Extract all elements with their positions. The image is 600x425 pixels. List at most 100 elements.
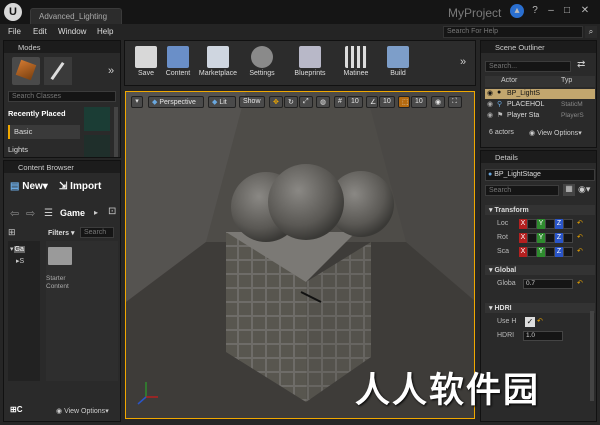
folder-icon[interactable]	[48, 247, 72, 265]
details-search-input[interactable]: Search	[485, 185, 559, 196]
visibility-eye-icon[interactable]: ◉	[487, 111, 493, 119]
camera-speed-icon[interactable]: ◉	[431, 96, 445, 108]
details-scrollbar[interactable]	[590, 311, 594, 401]
grid-snap-icon[interactable]: #	[334, 96, 346, 108]
folder-label[interactable]: Starter Content	[46, 275, 80, 291]
grid-snap-value[interactable]: 10	[347, 96, 363, 108]
reset-icon[interactable]: ↶	[577, 279, 583, 287]
location-z-field[interactable]	[563, 219, 573, 229]
lock-icon[interactable]: ⊡	[108, 206, 116, 217]
outliner-search-input[interactable]: Search...	[485, 61, 571, 72]
hdri-value-field[interactable]: 1.0	[523, 331, 563, 341]
maximize-icon[interactable]: □	[560, 4, 574, 18]
close-icon[interactable]: ✕	[578, 4, 592, 18]
category-lights[interactable]: Lights	[8, 145, 80, 157]
place-mode-icon[interactable]	[12, 57, 40, 85]
reset-icon[interactable]: ↶	[577, 233, 583, 241]
help-search-input[interactable]: Search For Help	[443, 26, 583, 38]
matinee-button[interactable]: Matinee	[336, 43, 376, 83]
view-options-button[interactable]: ◉ View Options▾	[56, 407, 109, 415]
property-matrix-icon[interactable]: ▦	[563, 184, 575, 196]
help-icon[interactable]: ?	[528, 4, 542, 18]
content-button[interactable]: Content	[158, 43, 198, 83]
minimize-icon[interactable]: –	[544, 4, 558, 18]
folder-list-icon[interactable]: ☰	[44, 208, 53, 219]
marketplace-button[interactable]: Marketplace	[198, 43, 238, 83]
back-icon[interactable]: ⇦	[10, 207, 19, 220]
scale-y-field[interactable]	[545, 247, 555, 257]
rotate-icon[interactable]: ↻	[284, 96, 298, 108]
menu-help[interactable]: Help	[97, 27, 113, 36]
global-section-header[interactable]: ▾ Global	[485, 265, 595, 275]
new-button[interactable]: ▤ New▾	[10, 181, 56, 197]
world-icon[interactable]: ◍	[316, 96, 330, 108]
rotation-x-field[interactable]	[527, 233, 537, 243]
reset-icon[interactable]: ↶	[577, 219, 583, 227]
folder-tree-icon[interactable]: ⊞	[8, 227, 40, 237]
content-icon	[167, 46, 189, 68]
category-recently-placed[interactable]: Recently Placed	[8, 107, 80, 121]
path-chevron-icon[interactable]: ▸	[94, 208, 98, 217]
scale-snap-value[interactable]: 10	[411, 96, 427, 108]
level-tab[interactable]: Advanced_Lighting	[30, 8, 122, 24]
object-name-field[interactable]: ● BP_LightStage	[485, 169, 595, 181]
sphere-center[interactable]	[268, 164, 344, 240]
tree-item[interactable]: ▸S	[8, 257, 40, 265]
forward-icon[interactable]: ⇨	[26, 207, 35, 220]
add-filter-icon[interactable]: ⇄	[577, 59, 585, 70]
scale-snap-icon[interactable]: ⬚	[398, 96, 410, 108]
lit-button[interactable]: ◆ Lit	[208, 96, 236, 108]
import-button[interactable]: ⇲ Import	[59, 181, 115, 197]
details-eye-icon[interactable]: ◉▾	[578, 184, 590, 195]
more-modes-icon[interactable]: »	[108, 65, 114, 77]
column-type[interactable]: Typ	[561, 77, 572, 84]
settings-button[interactable]: Settings	[242, 43, 282, 83]
collections-button[interactable]: ⊞C	[10, 405, 36, 417]
translate-icon[interactable]: ✥	[269, 96, 283, 108]
actor-thumb-icon[interactable]	[84, 107, 110, 131]
hdri-section-header[interactable]: ▾ HDRI	[485, 303, 595, 313]
outliner-row[interactable]: ◉ ⚑ Player Sta PlayerS	[485, 111, 595, 121]
blueprints-button[interactable]: Blueprints	[290, 43, 330, 83]
rotation-snap-icon[interactable]: ∠	[366, 96, 378, 108]
visibility-eye-icon[interactable]: ◉	[487, 100, 493, 108]
use-hdri-checkbox[interactable]: ✓	[525, 317, 535, 327]
outliner-row[interactable]: ◉ ⚲ PLACEHOL StaticM	[485, 100, 595, 110]
viewport-menu-button[interactable]: ▾	[131, 96, 143, 108]
location-x-field[interactable]	[527, 219, 537, 229]
toolbar-more-icon[interactable]: »	[460, 56, 466, 68]
perspective-button[interactable]: ◆ Perspective	[148, 96, 204, 108]
transform-section-header[interactable]: ▾ Transform	[485, 205, 595, 215]
modes-search-input[interactable]: Search Classes	[8, 91, 116, 102]
rotation-y-field[interactable]	[545, 233, 555, 243]
menu-window[interactable]: Window	[58, 27, 86, 36]
paint-mode-icon[interactable]	[44, 57, 72, 85]
scale-x-field[interactable]	[527, 247, 537, 257]
modes-scrollbar[interactable]	[114, 107, 118, 157]
outliner-row[interactable]: ◉ ● BP_LightS	[485, 89, 595, 99]
show-button[interactable]: Show	[239, 96, 265, 108]
rotation-z-field[interactable]	[563, 233, 573, 243]
menu-edit[interactable]: Edit	[33, 27, 47, 36]
column-actor[interactable]: Actor	[501, 77, 517, 84]
maximize-viewport-icon[interactable]: ⛶	[448, 96, 462, 108]
search-icon[interactable]: ⌕	[585, 26, 597, 38]
content-search-input[interactable]: Search	[80, 227, 114, 238]
actor-thumb-icon[interactable]	[84, 135, 110, 157]
scale-icon[interactable]: ⤢	[299, 96, 313, 108]
visibility-eye-icon[interactable]: ◉	[487, 89, 493, 97]
reset-icon[interactable]: ↶	[577, 247, 583, 255]
category-basic[interactable]: Basic	[8, 125, 80, 139]
scale-z-field[interactable]	[563, 247, 573, 257]
filters-button[interactable]: Filters ▾	[48, 229, 74, 237]
build-button[interactable]: Build	[378, 43, 418, 83]
global-value-field[interactable]: 0.7	[523, 279, 573, 289]
reset-icon[interactable]: ↶	[537, 317, 543, 325]
location-y-field[interactable]	[545, 219, 555, 229]
outliner-view-options[interactable]: ◉ View Options▾	[529, 129, 582, 137]
menu-file[interactable]: File	[8, 27, 21, 36]
path-breadcrumb[interactable]: Game	[60, 208, 85, 218]
notification-icon[interactable]: ▴	[510, 4, 524, 18]
rotation-snap-value[interactable]: 10	[379, 96, 395, 108]
tree-item[interactable]: ▾Ga	[8, 241, 40, 257]
